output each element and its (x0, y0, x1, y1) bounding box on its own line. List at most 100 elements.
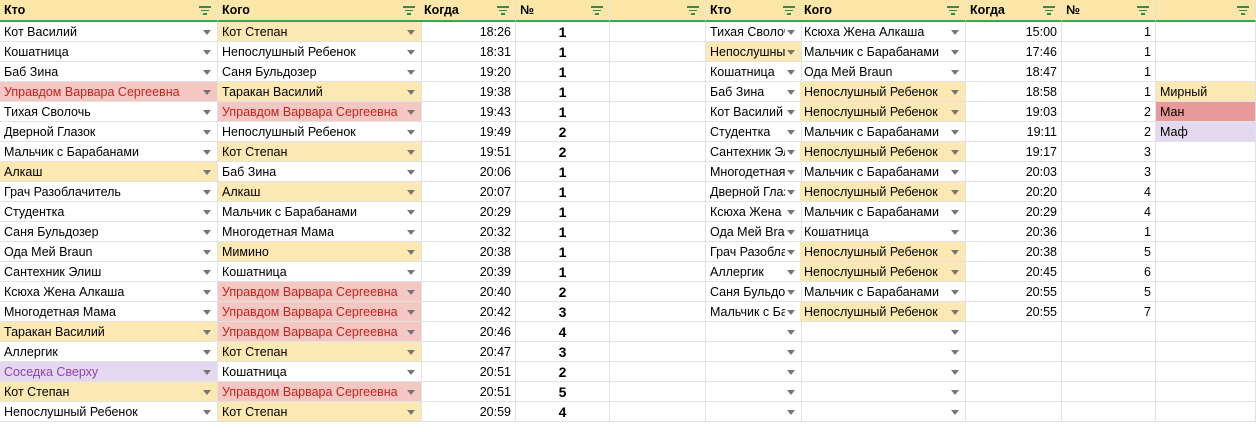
cell-who[interactable]: Грач Разоблачитель (0, 182, 218, 202)
cell-whom[interactable]: Непослушный Ребенок (800, 82, 966, 102)
cell-who[interactable]: Тихая Сволочь (0, 102, 218, 122)
cell-empty[interactable] (610, 302, 706, 322)
dropdown-arrow-icon[interactable] (951, 170, 959, 175)
filter-icon[interactable] (403, 6, 415, 15)
cell-who[interactable]: Непослушный Ребенок (0, 402, 218, 422)
cell-who[interactable]: Мальчик с Барабанами (0, 142, 218, 162)
cell-whom[interactable]: Управдом Варвара Сергеевна (218, 102, 422, 122)
cell-num[interactable]: 1 (516, 182, 610, 202)
cell-who[interactable]: Многодетная Мама (0, 302, 218, 322)
right-header-1[interactable]: Кого (800, 0, 966, 22)
cell-num[interactable]: 1 (1062, 42, 1156, 62)
cell-whom-empty[interactable] (800, 362, 966, 382)
dropdown-arrow-icon[interactable] (951, 30, 959, 35)
cell-empty[interactable] (610, 262, 706, 282)
dropdown-arrow-icon[interactable] (203, 330, 211, 335)
cell-when[interactable]: 18:31 (420, 42, 516, 62)
cell-num[interactable]: 1 (516, 242, 610, 262)
dropdown-arrow-icon[interactable] (787, 150, 795, 155)
cell-whom[interactable]: Управдом Варвара Сергеевна (218, 382, 422, 402)
cell-whom[interactable]: Непослушный Ребенок (218, 122, 422, 142)
dropdown-arrow-icon[interactable] (203, 170, 211, 175)
dropdown-arrow-icon[interactable] (951, 130, 959, 135)
left-header-0[interactable]: Кто (0, 0, 218, 22)
dropdown-arrow-icon[interactable] (787, 190, 795, 195)
legend-0[interactable]: Мирный (1156, 82, 1256, 102)
dropdown-arrow-icon[interactable] (407, 70, 415, 75)
dropdown-arrow-icon[interactable] (203, 50, 211, 55)
cell-whom[interactable]: Ксюха Жена Алкаша (800, 22, 966, 42)
cell-empty[interactable] (1156, 322, 1256, 342)
right-header-4[interactable] (1156, 0, 1256, 22)
cell-empty[interactable] (610, 102, 706, 122)
dropdown-arrow-icon[interactable] (203, 130, 211, 135)
cell-when[interactable]: 20:39 (420, 262, 516, 282)
cell-whom-empty[interactable] (800, 382, 966, 402)
dropdown-arrow-icon[interactable] (787, 270, 795, 275)
cell-empty[interactable] (1156, 42, 1256, 62)
cell-who[interactable]: Ода Мей Braun (706, 222, 802, 242)
cell-whom-empty[interactable] (800, 322, 966, 342)
dropdown-arrow-icon[interactable] (203, 150, 211, 155)
dropdown-arrow-icon[interactable] (951, 70, 959, 75)
cell-who[interactable]: Ода Мей Braun (0, 242, 218, 262)
cell-empty[interactable] (1156, 142, 1256, 162)
dropdown-arrow-icon[interactable] (787, 330, 795, 335)
right-header-3[interactable]: № (1062, 0, 1156, 22)
cell-empty[interactable] (610, 142, 706, 162)
dropdown-arrow-icon[interactable] (787, 350, 795, 355)
cell-who[interactable]: Баб Зина (706, 82, 802, 102)
cell-whom-empty[interactable] (800, 342, 966, 362)
cell-when[interactable]: 20:51 (420, 362, 516, 382)
cell-who[interactable]: Мальчик с Барабанами (706, 302, 802, 322)
cell-whom[interactable]: Алкаш (218, 182, 422, 202)
cell-num[interactable]: 2 (1062, 122, 1156, 142)
cell-who-empty[interactable] (706, 362, 802, 382)
cell-num[interactable]: 5 (516, 382, 610, 402)
cell-num-empty[interactable] (1062, 402, 1156, 422)
cell-whom[interactable]: Мальчик с Барабанами (218, 202, 422, 222)
left-header-2[interactable]: Когда (420, 0, 516, 22)
cell-whom[interactable]: Мальчик с Барабанами (800, 42, 966, 62)
dropdown-arrow-icon[interactable] (407, 230, 415, 235)
cell-who[interactable]: Соседка Сверху (0, 362, 218, 382)
cell-num[interactable]: 1 (1062, 222, 1156, 242)
dropdown-arrow-icon[interactable] (787, 110, 795, 115)
cell-who[interactable]: Ксюха Жена Алкаша (0, 282, 218, 302)
cell-who[interactable]: Многодетная Мама (706, 162, 802, 182)
filter-icon[interactable] (1237, 6, 1249, 15)
cell-whom[interactable]: Баб Зина (218, 162, 422, 182)
cell-when[interactable]: 20:29 (966, 202, 1062, 222)
dropdown-arrow-icon[interactable] (407, 370, 415, 375)
dropdown-arrow-icon[interactable] (951, 410, 959, 415)
dropdown-arrow-icon[interactable] (203, 30, 211, 35)
cell-num[interactable]: 1 (1062, 82, 1156, 102)
cell-empty[interactable] (1156, 242, 1256, 262)
cell-num[interactable]: 1 (516, 42, 610, 62)
cell-when[interactable]: 20:45 (966, 262, 1062, 282)
right-header-0[interactable]: Кто (706, 0, 802, 22)
cell-when[interactable]: 20:38 (420, 242, 516, 262)
dropdown-arrow-icon[interactable] (407, 110, 415, 115)
cell-empty[interactable] (1156, 62, 1256, 82)
dropdown-arrow-icon[interactable] (787, 90, 795, 95)
cell-who[interactable]: Дверной Глазок (706, 182, 802, 202)
cell-when[interactable]: 20:47 (420, 342, 516, 362)
cell-when-empty[interactable] (966, 322, 1062, 342)
cell-when[interactable]: 20:55 (966, 282, 1062, 302)
cell-num-empty[interactable] (1062, 342, 1156, 362)
cell-who[interactable]: Студентка (0, 202, 218, 222)
dropdown-arrow-icon[interactable] (407, 310, 415, 315)
cell-empty[interactable] (610, 222, 706, 242)
dropdown-arrow-icon[interactable] (407, 150, 415, 155)
dropdown-arrow-icon[interactable] (203, 70, 211, 75)
cell-when[interactable]: 18:47 (966, 62, 1062, 82)
dropdown-arrow-icon[interactable] (407, 50, 415, 55)
cell-when[interactable]: 19:49 (420, 122, 516, 142)
dropdown-arrow-icon[interactable] (407, 290, 415, 295)
filter-icon[interactable] (199, 6, 211, 15)
cell-when[interactable]: 20:42 (420, 302, 516, 322)
cell-who-empty[interactable] (706, 382, 802, 402)
cell-num[interactable]: 1 (516, 82, 610, 102)
cell-num[interactable]: 3 (516, 302, 610, 322)
